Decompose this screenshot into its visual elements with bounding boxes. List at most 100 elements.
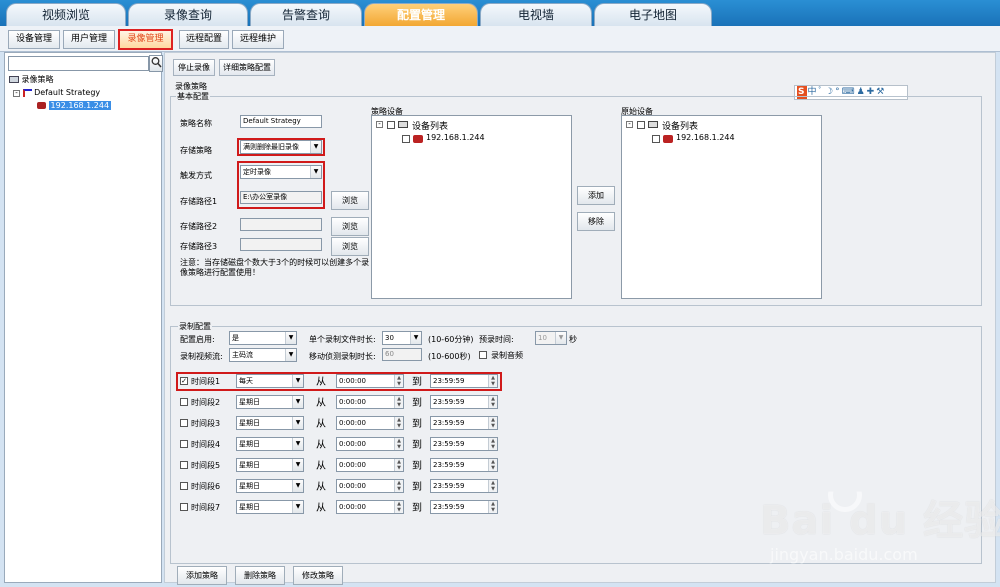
remove-device-button[interactable]: 移除: [577, 212, 615, 231]
segment-end-time[interactable]: 23:59:59 ▲ ▼: [430, 437, 498, 451]
browse-path2-button[interactable]: 浏览: [331, 217, 369, 236]
spinner-icon[interactable]: ▲ ▼: [394, 396, 403, 408]
trigger-mode-label: 触发方式: [180, 171, 212, 180]
segment-day-select[interactable]: 星期日 ▼: [236, 500, 304, 514]
segment-start-time[interactable]: 0:00:00 ▲ ▼: [336, 437, 404, 451]
enable-label: 配置启用:: [180, 335, 215, 344]
enable-select[interactable]: 是 ▼: [229, 331, 297, 345]
strategy-devices-list[interactable]: - 设备列表 192.168.1.244: [371, 115, 572, 299]
segment-start-time[interactable]: 0:00:00 ▲ ▼: [336, 458, 404, 472]
tab-video-browse[interactable]: 视频浏览: [6, 3, 126, 26]
segment-start-time[interactable]: 0:00:00 ▲ ▼: [336, 395, 404, 409]
stream-select[interactable]: 主码流 ▼: [229, 348, 297, 362]
tab-e-map[interactable]: 电子地图: [594, 3, 712, 26]
spinner-icon[interactable]: ▲ ▼: [394, 459, 403, 471]
add-device-button[interactable]: 添加: [577, 186, 615, 205]
duration-value: 30: [385, 334, 394, 342]
segment-day-select[interactable]: 每天 ▼: [236, 374, 304, 388]
audio-checkbox[interactable]: [479, 351, 487, 359]
modify-strategy-button[interactable]: 修改策略: [293, 566, 343, 585]
tab-record-query[interactable]: 录像查询: [128, 3, 248, 26]
detail-strategy-button[interactable]: 详细策略配置: [219, 59, 275, 76]
remote-config-button[interactable]: 远程配置: [179, 30, 229, 49]
prerecord-select[interactable]: 10 ▼: [535, 331, 567, 345]
segment-start-time[interactable]: 0:00:00 ▲ ▼: [336, 374, 404, 388]
chevron-down-icon: ▼: [292, 438, 303, 450]
tree-device-label: 192.168.1.244: [48, 101, 112, 110]
source-devices-list[interactable]: - 设备列表 192.168.1.244: [621, 115, 822, 299]
segment-end-time[interactable]: 23:59:59 ▲ ▼: [430, 395, 498, 409]
segment-start-time[interactable]: 0:00:00 ▲ ▼: [336, 500, 404, 514]
segment-day-select[interactable]: 星期日 ▼: [236, 416, 304, 430]
segment-end-time[interactable]: 23:59:59 ▲ ▼: [430, 458, 498, 472]
spinner-icon[interactable]: ▲ ▼: [394, 438, 403, 450]
add-strategy-button[interactable]: 添加策略: [177, 566, 227, 585]
remote-maintenance-button[interactable]: 远程维护: [232, 30, 284, 49]
device-management-button[interactable]: 设备管理: [8, 30, 60, 49]
spinner-icon[interactable]: ▲ ▼: [394, 480, 403, 492]
segment-checkbox[interactable]: [180, 482, 188, 490]
user-management-button[interactable]: 用户管理: [63, 30, 115, 49]
tab-tv-wall[interactable]: 电视墙: [480, 3, 592, 26]
stop-record-button[interactable]: 停止录像: [173, 59, 215, 76]
tab-config-management[interactable]: 配置管理: [364, 3, 478, 26]
segment-checkbox[interactable]: [180, 398, 188, 406]
segment-label: 时间段1: [191, 377, 221, 386]
segment-end-time[interactable]: 23:59:59 ▲ ▼: [430, 479, 498, 493]
device-checkbox[interactable]: [402, 135, 410, 143]
segment-checkbox[interactable]: [180, 503, 188, 511]
segment-end-time[interactable]: 23:59:59 ▲ ▼: [430, 416, 498, 430]
tab-alarm-query[interactable]: 告警查询: [250, 3, 362, 26]
browse-path1-button[interactable]: 浏览: [331, 191, 369, 210]
spinner-icon[interactable]: ▲ ▼: [394, 375, 403, 387]
spinner-icon[interactable]: ▲ ▼: [394, 417, 403, 429]
segment-day-select[interactable]: 星期日 ▼: [236, 479, 304, 493]
delete-strategy-button[interactable]: 删除策略: [235, 566, 285, 585]
tree-root[interactable]: 录像策略: [9, 74, 54, 85]
spinner-icon[interactable]: ▲ ▼: [488, 396, 497, 408]
segment-checkbox[interactable]: [180, 461, 188, 469]
record-management-button[interactable]: 录像管理: [118, 29, 173, 50]
storage-path1-input[interactable]: E:\办公室录像: [240, 191, 322, 204]
camera-icon: [37, 102, 46, 109]
motion-input[interactable]: 60: [382, 348, 422, 361]
tree-strategy[interactable]: - Default Strategy: [13, 88, 100, 97]
source-device-checkbox[interactable]: [652, 135, 660, 143]
strategy-name-input[interactable]: Default Strategy: [240, 115, 322, 128]
spinner-icon[interactable]: ▲ ▼: [488, 459, 497, 471]
source-list-checkbox[interactable]: [637, 121, 645, 129]
segment-day-select[interactable]: 星期日 ▼: [236, 458, 304, 472]
segment-start-time[interactable]: 0:00:00 ▲ ▼: [336, 416, 404, 430]
segment-checkbox[interactable]: [180, 419, 188, 427]
collapse-icon[interactable]: -: [376, 121, 383, 128]
device-list-checkbox[interactable]: [387, 121, 395, 129]
storage-strategy-select[interactable]: 满则删除最旧录像 ▼: [240, 140, 322, 154]
tree-root-label: 录像策略: [21, 75, 54, 84]
segment-checkbox[interactable]: ✓: [180, 377, 188, 385]
top-tab-bar: 视频浏览 录像查询 告警查询 配置管理 电视墙 电子地图: [0, 0, 1000, 26]
trigger-mode-select[interactable]: 定时录像 ▼: [240, 165, 322, 179]
segment-end-time[interactable]: 23:59:59 ▲ ▼: [430, 374, 498, 388]
spinner-icon[interactable]: ▲ ▼: [488, 438, 497, 450]
duration-select[interactable]: 30 ▼: [382, 331, 422, 345]
storage-path2-input[interactable]: [240, 218, 322, 231]
segment-day-select[interactable]: 星期日 ▼: [236, 437, 304, 451]
segment-day-select[interactable]: 星期日 ▼: [236, 395, 304, 409]
browse-path3-button[interactable]: 浏览: [331, 237, 369, 256]
spinner-icon[interactable]: ▲ ▼: [394, 501, 403, 513]
tree-search-input[interactable]: [8, 56, 149, 71]
spinner-icon[interactable]: ▲ ▼: [488, 417, 497, 429]
search-button[interactable]: [149, 55, 163, 72]
collapse-icon[interactable]: -: [626, 121, 633, 128]
watermark-logo: Bai du 经验: [760, 498, 1000, 544]
segment-start-value: 0:00:00: [339, 398, 366, 406]
storage-path3-input[interactable]: [240, 238, 322, 251]
spinner-icon[interactable]: ▲ ▼: [488, 480, 497, 492]
segment-end-time[interactable]: 23:59:59 ▲ ▼: [430, 500, 498, 514]
spinner-icon[interactable]: ▲ ▼: [488, 375, 497, 387]
tree-device[interactable]: 192.168.1.244: [37, 101, 112, 110]
segment-start-time[interactable]: 0:00:00 ▲ ▼: [336, 479, 404, 493]
to-label: 到: [412, 482, 422, 493]
segment-checkbox[interactable]: [180, 440, 188, 448]
spinner-icon[interactable]: ▲ ▼: [488, 501, 497, 513]
